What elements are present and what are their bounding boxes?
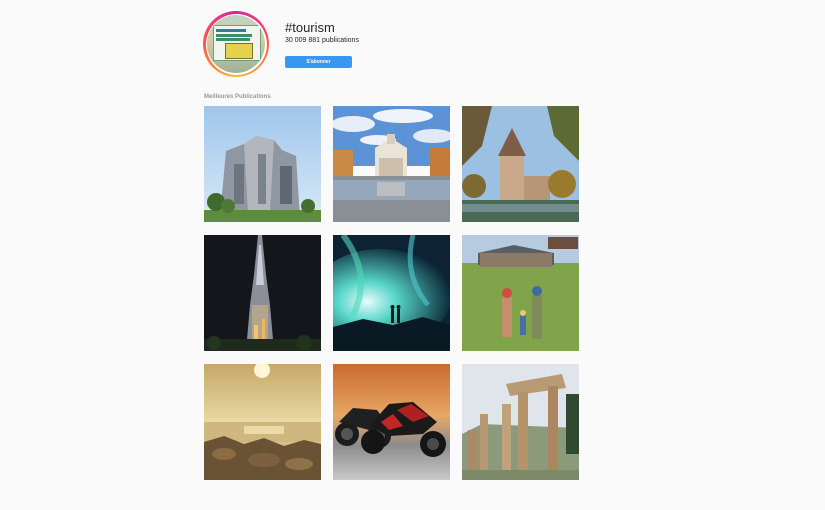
avatar-sign-line bbox=[216, 38, 250, 41]
follow-button[interactable]: S'abonner bbox=[285, 56, 352, 68]
post-thumbnail-ancient-columns[interactable] bbox=[462, 364, 579, 480]
post-image bbox=[462, 235, 579, 351]
post-thumbnail-motorcycles[interactable] bbox=[333, 364, 450, 480]
avatar-border bbox=[205, 13, 267, 75]
post-image bbox=[462, 364, 579, 480]
post-thumbnail-aurora[interactable] bbox=[333, 235, 450, 351]
post-image bbox=[333, 235, 450, 351]
post-image bbox=[204, 364, 321, 480]
post-thumbnail-modern-building[interactable] bbox=[204, 106, 321, 222]
hashtag-page: #tourism 30 009 881 publications S'abonn… bbox=[0, 0, 825, 510]
post-image bbox=[204, 235, 321, 351]
avatar-image bbox=[207, 15, 265, 73]
post-thumbnail-skyscraper-night[interactable] bbox=[204, 235, 321, 351]
hashtag-header: #tourism 30 009 881 publications S'abonn… bbox=[203, 11, 583, 81]
post-thumbnail-sunset-beach[interactable] bbox=[204, 364, 321, 480]
post-thumbnail-castle-tower[interactable] bbox=[462, 106, 579, 222]
post-count: 30 009 881 publications bbox=[285, 37, 359, 44]
top-posts-title: Meilleures Publications bbox=[204, 94, 271, 100]
post-image bbox=[204, 106, 321, 222]
post-thumbnail-hikers-field[interactable] bbox=[462, 235, 579, 351]
avatar-sign-line bbox=[216, 29, 246, 32]
avatar-sign-line bbox=[216, 34, 252, 37]
hashtag-title: #tourism bbox=[285, 20, 335, 35]
avatar-sign-box bbox=[225, 43, 253, 59]
hashtag-avatar[interactable] bbox=[203, 11, 269, 77]
top-posts-grid bbox=[204, 106, 579, 480]
post-thumbnail-cathedral-square[interactable] bbox=[333, 106, 450, 222]
post-image bbox=[333, 106, 450, 222]
post-image bbox=[333, 364, 450, 480]
post-image bbox=[462, 106, 579, 222]
